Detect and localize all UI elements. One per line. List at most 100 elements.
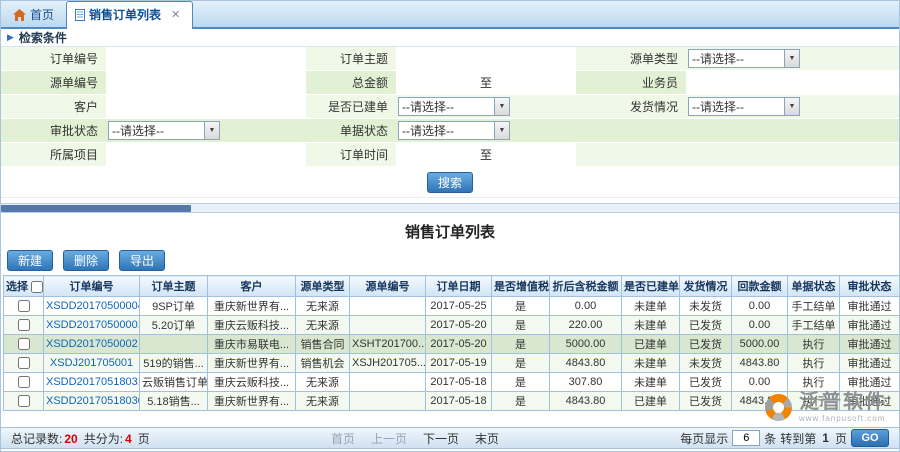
table-row: XSDD20170518031云贩销售订单重庆云贩科技...无来源2017-05… [4,373,900,392]
cell-order-no[interactable]: XSDD20170500001 [44,316,140,335]
page-links: 首页上一页下一页末页 [331,430,499,447]
cell-order-no[interactable]: XSDD20170500004 [44,297,140,316]
search-form-row: 客户是否已建单--请选择--▼发货情况--请选择--▼ [1,95,899,119]
order-time-from-input[interactable] [396,143,466,166]
search-button-row: 搜索 [1,168,899,198]
approval-status-select[interactable]: --请选择--▼ [108,121,220,140]
range-to-label: 至 [466,74,506,91]
cell-payment: 0.00 [732,297,788,316]
field-cell: --请选择--▼ [396,95,576,118]
scrollbar-thumb[interactable] [1,205,191,212]
goto-page-value: 1 [820,431,831,445]
cell-delivery: 未发货 [680,354,732,373]
export-button[interactable]: 导出 [119,250,165,271]
col-header-order-no: 订单编号 [44,276,140,297]
select-value: --请选择-- [399,122,494,139]
row-checkbox[interactable] [18,319,30,331]
watermark-subtext: www.fanpusoft.com [799,414,887,423]
cell-source-no [350,316,426,335]
cell-order-no[interactable]: XSDD20170518030 [44,392,140,411]
cell-order-no[interactable]: XSDD2017050002 [44,335,140,354]
cell-created: 未建单 [622,297,680,316]
cell-customer: 重庆市易联电... [208,335,296,354]
field-cell: --请选择--▼ [396,119,576,142]
tab-close-icon[interactable]: ✕ [171,10,180,20]
aperture-icon [765,394,792,421]
field-cell [686,143,900,166]
order-time-to-input[interactable] [506,143,576,166]
cell-order-no[interactable]: XSDD20170518031 [44,373,140,392]
cell-doc-status: 执行 [788,335,840,354]
cell-order-date: 2017-05-18 [426,373,492,392]
col-header-payment: 回款金额 [732,276,788,297]
chevron-down-icon: ▼ [784,98,799,115]
search-form-row: 审批状态--请选择--▼单据状态--请选择--▼ [1,119,899,143]
delivery-status-select[interactable]: --请选择--▼ [688,97,800,116]
row-checkbox[interactable] [18,338,30,350]
tab-home[interactable]: 首页 [5,2,66,27]
table-header: 选择订单编号订单主题客户源单类型源单编号订单日期是否增值税折后含税金额是否已建单… [4,276,900,297]
cell-customer: 重庆云贩科技... [208,316,296,335]
doc-status-select[interactable]: --请选择--▼ [398,121,510,140]
cell-doc-status: 执行 [788,373,840,392]
source-type-select[interactable]: --请选择--▼ [688,49,800,68]
col-header-order-date: 订单日期 [426,276,492,297]
project-input[interactable] [106,143,306,166]
cell-subject: 519的销售... [140,354,208,373]
row-checkbox[interactable] [18,376,30,388]
cell-source-type: 无来源 [296,297,350,316]
search-form-row: 源单编号总金额至业务员 [1,71,899,95]
watermark-brand: 泛普软件 [799,392,887,412]
table-row: XSDD2017050002重庆市易联电...销售合同XSHT201700...… [4,335,900,354]
cell-source-type: 无来源 [296,316,350,335]
go-button[interactable]: GO [851,429,889,447]
cell-approval: 审批通过 [840,373,900,392]
last-page-link[interactable]: 末页 [475,430,499,447]
new-button[interactable]: 新建 [7,250,53,271]
row-checkbox[interactable] [18,300,30,312]
cell-source-type: 销售合同 [296,335,350,354]
total-amount-from-input[interactable] [396,71,466,94]
next-page-link[interactable]: 下一页 [423,430,459,447]
cell-amount: 5000.00 [550,335,622,354]
cell-delivery: 已发货 [680,335,732,354]
row-checkbox[interactable] [18,395,30,407]
horizontal-scrollbar[interactable] [1,203,899,213]
cell-subject: 5.18销售... [140,392,208,411]
cell-source-no [350,392,426,411]
order-subject-input[interactable] [396,47,576,70]
per-page-suffix: 条 [764,430,776,447]
cell-subject [140,335,208,354]
salesperson-input[interactable] [686,71,900,94]
row-checkbox[interactable] [18,357,30,369]
delete-button[interactable]: 删除 [63,250,109,271]
field-cell: --请选择--▼ [106,119,306,142]
col-header-source-no: 源单编号 [350,276,426,297]
search-button[interactable]: 搜索 [427,172,473,193]
customer-input[interactable] [106,95,306,118]
app-window: 首页 销售订单列表 ✕ ▶ 检索条件 订单编号订单主题源单类型--请选择--▼源… [0,0,900,452]
cell-approval: 审批通过 [840,316,900,335]
col-header-approval: 审批状态 [840,276,900,297]
cell-amount: 4843.80 [550,354,622,373]
tab-sales-order-list[interactable]: 销售订单列表 ✕ [66,1,193,29]
cell-source-type: 销售机会 [296,354,350,373]
col-header-vat: 是否增值税 [492,276,550,297]
source-no-input[interactable] [106,71,306,94]
cell-vat: 是 [492,354,550,373]
field-cell: --请选择--▼ [686,47,900,70]
page-size-input[interactable] [732,430,760,446]
is-created-select[interactable]: --请选择--▼ [398,97,510,116]
cell-order-no[interactable]: XSDJ201705001 [44,354,140,373]
cell-payment: 0.00 [732,373,788,392]
search-header[interactable]: ▶ 检索条件 [1,29,899,47]
cell-delivery: 已发货 [680,392,732,411]
cell-select [4,373,44,392]
cell-amount: 220.00 [550,316,622,335]
field-label: 单据状态 [306,119,396,142]
cell-select [4,297,44,316]
field-label: 所属项目 [1,143,106,166]
total-amount-to-input[interactable] [506,71,576,94]
order-no-input[interactable] [106,47,306,70]
select-all-checkbox[interactable] [31,281,43,293]
